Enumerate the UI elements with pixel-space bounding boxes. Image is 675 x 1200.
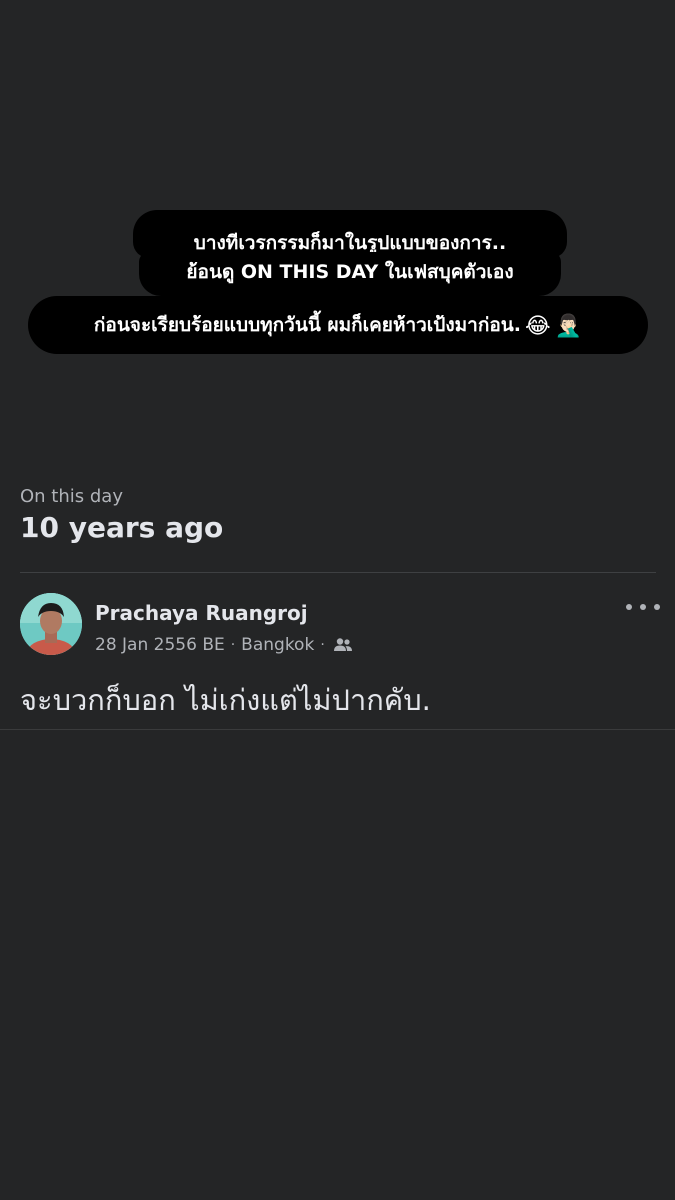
caption-line-1: บางทีเวรกรรมก็มาในรูปแบบของการ.. <box>193 232 507 254</box>
post-meta: 28 Jan 2556 BE · Bangkok · <box>95 635 353 655</box>
memory-label: On this day <box>20 486 123 507</box>
dot <box>626 604 632 610</box>
post-author[interactable]: Prachaya Ruangroj <box>95 601 308 625</box>
caption-pill-2: ย้อนดู ON THIS DAY ในเฟสบุคตัวเอง <box>139 252 561 296</box>
friends-icon <box>333 637 353 653</box>
avatar-image <box>20 593 82 655</box>
divider <box>0 729 675 730</box>
caption-pill-3: ก่อนจะเรียบร้อยแบบทุกวันนี้ ผมก็เคยห้าวเ… <box>28 296 648 354</box>
caption-pill-1: บางทีเวรกรรมก็มาในรูปแบบของการ.. <box>133 210 567 258</box>
post-text: จะบวกก็บอก ไม่เก่งแต่ไม่ปากคับ. <box>20 683 431 717</box>
more-options-icon[interactable] <box>626 599 660 615</box>
memory-heading: 10 years ago <box>20 511 224 544</box>
dot <box>654 604 660 610</box>
meta-separator: · <box>230 637 236 653</box>
caption-line-2: ย้อนดู ON THIS DAY ในเฟสบุคตัวเอง <box>186 261 514 283</box>
memory-post[interactable]: Prachaya Ruangroj 28 Jan 2556 BE · Bangk… <box>0 573 675 729</box>
facepalm-emoji-icon: 🤦🏻‍♂️ <box>554 314 583 339</box>
meta-separator: · <box>320 637 325 653</box>
laughing-emoji-icon: 😂 <box>524 314 551 339</box>
caption-line-3: ก่อนจะเรียบร้อยแบบทุกวันนี้ ผมก็เคยห้าวเ… <box>93 314 521 336</box>
memory-header: On this day 10 years ago <box>20 486 223 544</box>
post-date[interactable]: 28 Jan 2556 BE <box>95 635 225 655</box>
avatar[interactable] <box>20 593 82 655</box>
post-location[interactable]: Bangkok <box>241 635 314 655</box>
dot <box>640 604 646 610</box>
